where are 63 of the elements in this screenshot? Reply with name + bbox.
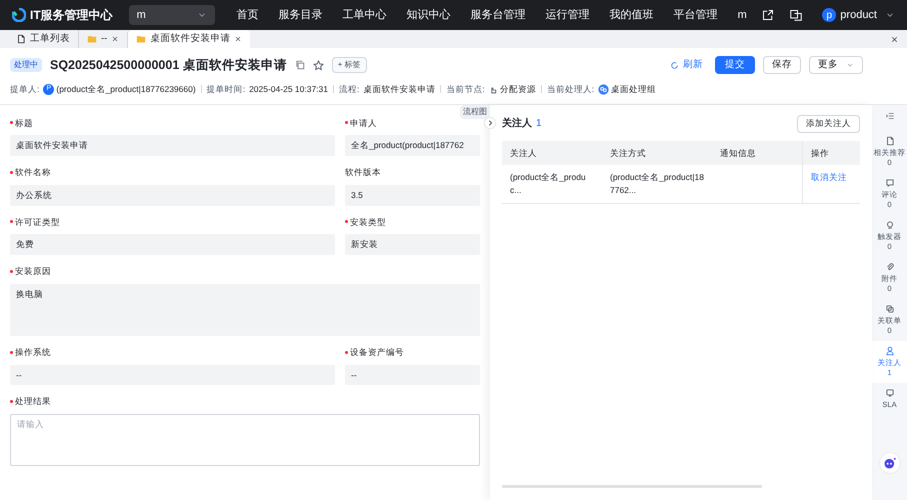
field-label: 安装原因 [15,265,51,278]
page-tab[interactable]: 工单列表 [8,30,78,48]
add-follower-button[interactable]: 添加关注人 [797,114,860,132]
field-label: 标题 [15,116,33,130]
nav-menu-item[interactable]: 平台管理 [664,6,728,24]
field-label: 处理结果 [15,395,51,408]
submit-button[interactable]: 提交 [715,56,755,74]
meta-label: 提单时间: [206,82,246,96]
meta-label: 当前节点: [446,82,485,96]
save-button[interactable]: 保存 [763,56,801,74]
field-value: -- [345,364,480,386]
nav-menu-item[interactable]: 知识中心 [396,6,461,24]
field-value: 办公系统 [10,184,335,206]
column-header: 操作 [802,140,860,166]
nav-menu-item[interactable]: 运行管理 [536,6,600,24]
field-label: 软件名称 [15,166,51,179]
add-tag-button[interactable]: + 标签 [332,57,367,74]
flow-chart-tab[interactable]: 流程图 [460,104,490,118]
nav-menu-item[interactable]: 工单中心 [332,6,397,24]
field-value: 换电脑 [10,284,480,336]
status-badge: 处理中 [10,58,42,72]
field-label: 操作系统 [15,346,51,358]
field-value: 免费 [10,234,335,255]
field-label: 软件版本 [345,166,381,179]
nav-menu-item[interactable]: 首页 [226,6,269,24]
more-button[interactable]: 更多 [809,56,863,74]
meta-label: 提单人: [10,82,40,96]
nav-menu-item[interactable]: 服务台管理 [460,6,536,24]
user-avatar: p [822,8,836,22]
field-value: 全名_product(product|187762 [345,135,480,156]
field-label: 许可证类型 [15,216,60,228]
app-name: IT服务管理中心 [30,7,113,24]
nav-menu-item[interactable]: 我的值班 [600,6,664,24]
nav-menu-item[interactable]: 服务目录 [268,6,333,24]
field-value: -- [10,364,335,386]
nav-menu-item[interactable]: m [728,6,757,24]
meta-label: 流程: [339,82,360,96]
column-header: 关注人 [502,140,602,166]
workspace-select[interactable]: m [128,5,215,25]
field-value: 新安装 [345,234,480,255]
field-value: 桌面软件安装申请 [10,135,335,156]
result-textarea[interactable]: 请输入 [10,414,480,466]
meta-value: 桌面处理组 [611,82,656,96]
user-name[interactable]: product [840,6,877,24]
page-tab[interactable]: 桌面软件安装申请 [127,30,250,48]
column-header: 通知信息 [712,140,802,166]
meta-value: 2025-04-25 10:37:31 [249,82,328,96]
field-label: 申请人 [350,116,377,130]
meta-value: 桌面软件安装申请 [363,82,436,96]
unfollow-link[interactable]: 取消关注 [811,172,847,182]
table-cell: (product全名_produc... [502,165,602,204]
meta-value: 分配资源 [500,82,536,96]
field-value: 3.5 [345,184,480,206]
table-cell: (product全名_product|187762... [602,165,712,204]
follower-count: 1 [536,117,542,131]
panel-title: 关注人 [502,116,532,131]
refresh-button[interactable]: 刷新 [670,58,703,72]
meta-label: 当前处理人: [546,82,594,96]
field-label: 设备资产编号 [350,346,404,358]
meta-value: (product全名_product|18776239660) [56,82,196,96]
column-header: 关注方式 [602,140,712,166]
ticket-title: SQ2025042500000001 桌面软件安装申请 [50,57,287,74]
field-label: 安装类型 [350,216,386,228]
